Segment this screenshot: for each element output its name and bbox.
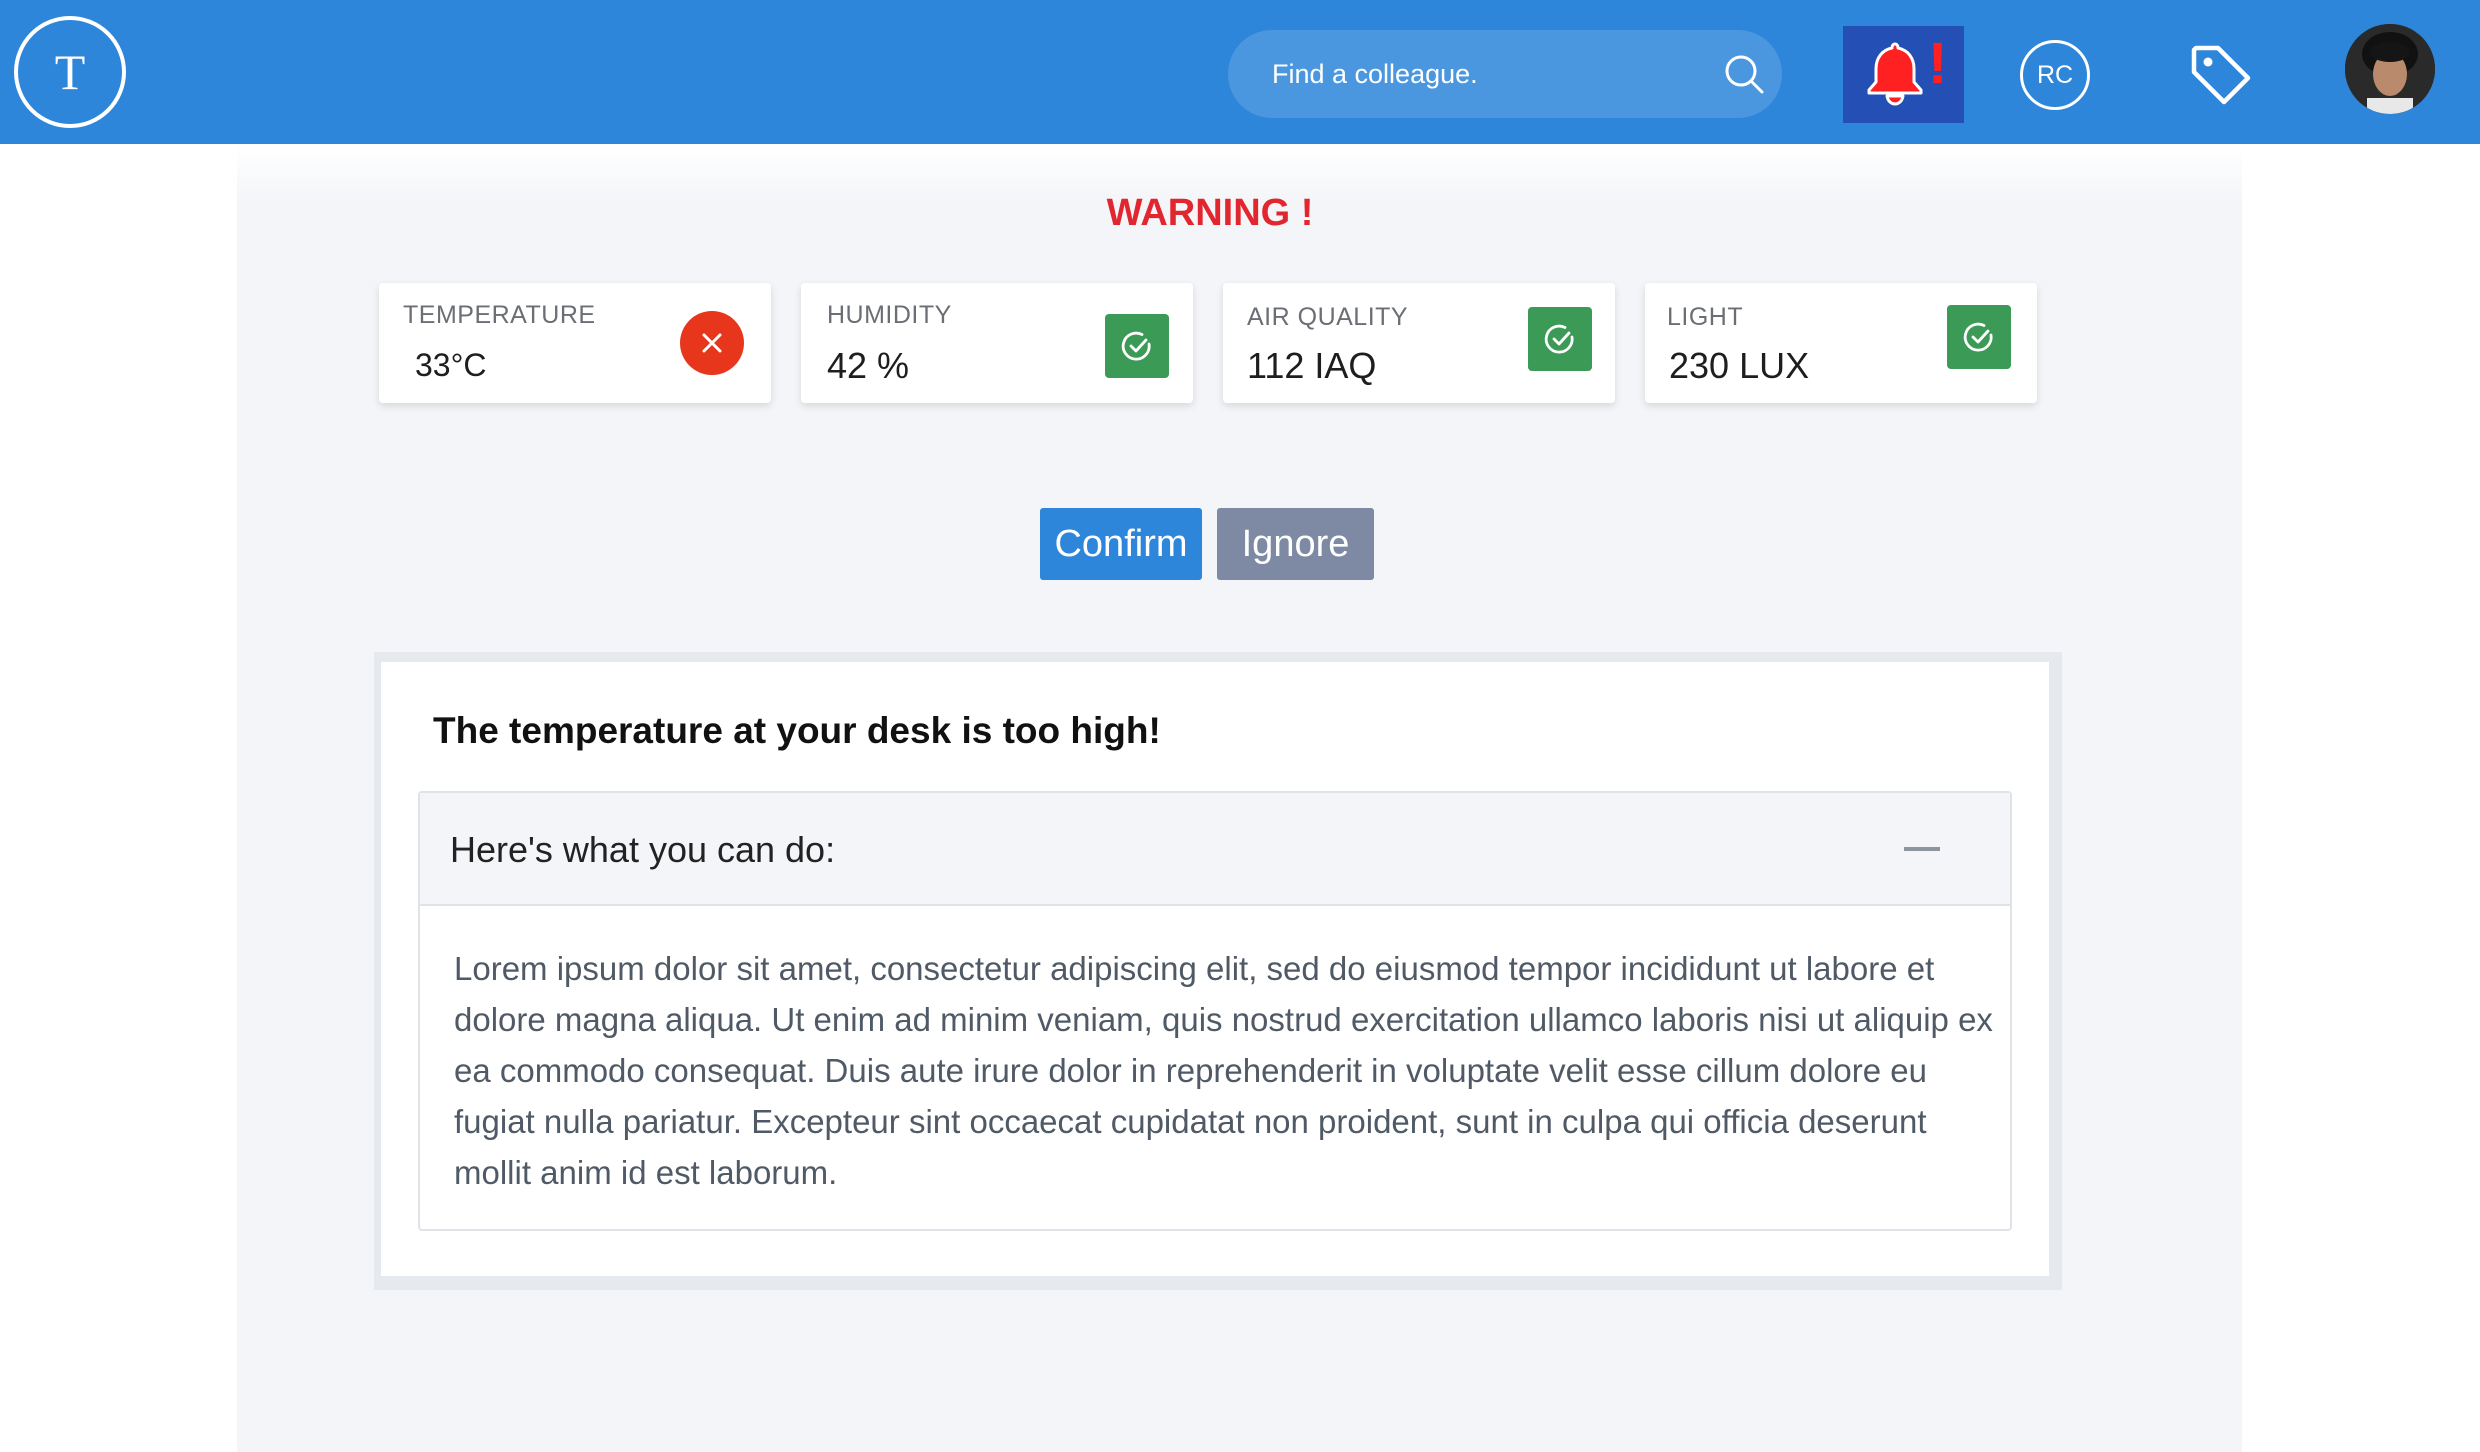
accordion-header-label: Here's what you can do: — [450, 829, 836, 870]
app-logo[interactable]: T — [14, 16, 126, 128]
profile-avatar[interactable] — [2345, 24, 2435, 114]
metric-label: TEMPERATURE — [403, 301, 596, 329]
accordion-header[interactable]: Here's what you can do: — [420, 793, 2010, 906]
notifications-button[interactable]: ! — [1843, 26, 1964, 123]
search-input[interactable] — [1272, 30, 1712, 118]
colleague-search[interactable] — [1228, 30, 1782, 118]
metric-value: 33°C — [415, 347, 487, 383]
metric-card-light: LIGHT 230 LUX — [1645, 283, 2037, 403]
metric-value: 230 LUX — [1669, 345, 1810, 386]
metric-card-temperature: TEMPERATURE 33°C — [379, 283, 771, 403]
metric-card-air-quality: AIR QUALITY 112 IAQ — [1223, 283, 1615, 403]
bell-icon — [1867, 42, 1923, 106]
advice-accordion: Here's what you can do: Lorem ipsum dolo… — [418, 791, 2012, 1231]
metric-value: 112 IAQ — [1247, 345, 1377, 386]
metric-label: AIR QUALITY — [1247, 303, 1409, 331]
check-circle-icon — [1528, 307, 1592, 371]
confirm-button[interactable]: Confirm — [1040, 508, 1202, 580]
x-circle-icon — [680, 311, 744, 375]
logo-letter: T — [54, 44, 86, 100]
metric-card-humidity: HUMIDITY 42 % — [801, 283, 1193, 403]
metric-value: 42 % — [827, 345, 910, 386]
tag-icon[interactable] — [2188, 42, 2254, 108]
check-circle-icon — [1105, 314, 1169, 378]
alert-indicator: ! — [1928, 31, 1948, 96]
top-navigation-bar: T ! RC — [0, 0, 2480, 144]
search-icon[interactable] — [1722, 52, 1766, 96]
check-circle-icon — [1947, 305, 2011, 369]
ignore-button[interactable]: Ignore — [1217, 508, 1374, 580]
advice-title: The temperature at your desk is too high… — [433, 710, 1161, 751]
metric-label: HUMIDITY — [827, 301, 952, 329]
advice-card: The temperature at your desk is too high… — [381, 662, 2049, 1276]
warning-heading: WARNING ! — [1106, 192, 1314, 234]
accordion-body-text: Lorem ipsum dolor sit amet, consectetur … — [454, 950, 1993, 1191]
collapse-icon[interactable] — [1904, 847, 1940, 851]
user-initials-avatar[interactable]: RC — [2020, 40, 2090, 110]
metric-label: LIGHT — [1667, 303, 1744, 331]
profile-photo-image — [2345, 24, 2435, 114]
user-initials: RC — [2036, 60, 2074, 89]
